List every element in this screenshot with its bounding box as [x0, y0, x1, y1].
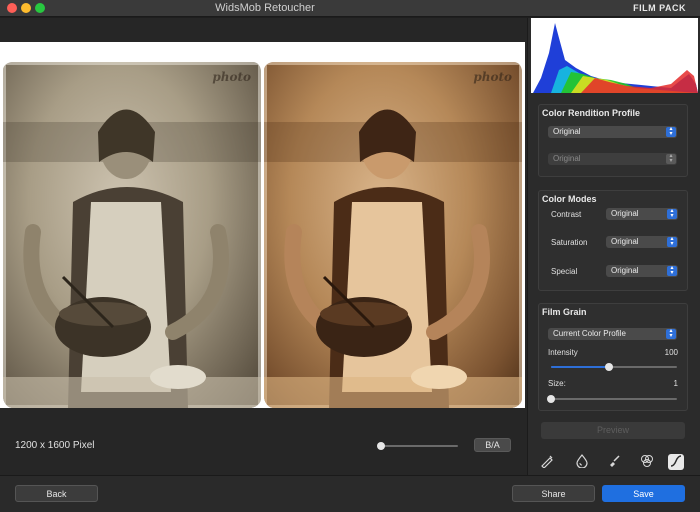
title-bar: WidsMob Retoucher FILM PACK: [0, 0, 700, 17]
window-title: WidsMob Retoucher: [215, 2, 315, 14]
color-rendition-secondary-select: Original ▴ ▾: [548, 153, 677, 165]
chevron-updown-icon: ▴ ▾: [666, 328, 676, 339]
intensity-label: Intensity: [548, 348, 578, 357]
grain-profile-value: Current Color Profile: [553, 329, 626, 338]
before-photo[interactable]: photo: [3, 62, 261, 408]
contrast-value: Original: [611, 209, 639, 218]
contrast-select[interactable]: Original ▴ ▾: [606, 208, 678, 220]
photo-watermark: photo: [473, 70, 512, 84]
compare-stage: photo photo: [0, 42, 525, 408]
saturation-select[interactable]: Original ▴ ▾: [606, 236, 678, 248]
water-drop-icon[interactable]: [574, 454, 590, 470]
save-button[interactable]: Save: [602, 485, 685, 502]
chevron-updown-icon: ▴ ▾: [666, 126, 676, 137]
zoom-slider[interactable]: [377, 442, 458, 450]
photo-watermark: photo: [212, 70, 251, 84]
contrast-label: Contrast: [551, 210, 582, 219]
preview-button[interactable]: Preview: [541, 422, 685, 439]
before-photo-content: [3, 62, 261, 408]
special-value: Original: [611, 266, 639, 275]
intensity-slider-knob[interactable]: [605, 363, 613, 371]
chevron-updown-icon: ▴ ▾: [667, 236, 677, 247]
intensity-value: 100: [664, 348, 678, 357]
size-label: Size:: [548, 379, 566, 388]
film-grain-title: Film Grain: [542, 307, 587, 317]
color-rendition-select[interactable]: Original ▴ ▾: [548, 126, 677, 138]
size-value: 1: [673, 379, 678, 388]
special-label: Special: [551, 267, 578, 276]
color-rendition-secondary-value: Original: [553, 154, 581, 163]
back-button[interactable]: Back: [15, 485, 98, 502]
saturation-value: Original: [611, 237, 639, 246]
chevron-updown-icon: ▴ ▾: [667, 208, 677, 219]
intensity-slider-fill: [551, 366, 609, 368]
color-circles-icon[interactable]: [639, 454, 655, 470]
intensity-slider[interactable]: [551, 363, 677, 371]
film-grain-group: Film Grain Current Color Profile ▴ ▾ Inte…: [538, 303, 688, 411]
color-rendition-group: Color Rendition Profile Original ▴ ▾ Orig…: [538, 104, 688, 177]
size-slider[interactable]: [547, 395, 677, 403]
share-button[interactable]: Share: [512, 485, 595, 502]
color-modes-group: Color Modes Contrast Original ▴ ▾ Saturat…: [538, 190, 688, 291]
histogram: [531, 18, 698, 93]
color-modes-title: Color Modes: [542, 194, 597, 204]
brush-icon[interactable]: [539, 454, 555, 470]
paint-brush-icon[interactable]: [606, 454, 622, 470]
color-rendition-value: Original: [553, 127, 581, 136]
chevron-updown-icon: ▴ ▾: [666, 153, 676, 164]
size-slider-knob[interactable]: [547, 395, 555, 403]
film-pack-label: FILM PACK: [633, 3, 686, 13]
special-select[interactable]: Original ▴ ▾: [606, 265, 678, 277]
before-after-toggle-button[interactable]: B/A: [474, 438, 511, 452]
chevron-updown-icon: ▴ ▾: [667, 265, 677, 276]
after-photo[interactable]: photo: [264, 62, 522, 408]
curve-icon[interactable]: [668, 454, 684, 470]
image-dimensions: 1200 x 1600 Pixel: [15, 440, 95, 451]
zoom-slider-knob[interactable]: [377, 442, 385, 450]
after-photo-content: [264, 62, 522, 408]
grain-profile-select[interactable]: Current Color Profile ▴ ▾: [548, 328, 677, 340]
color-rendition-title: Color Rendition Profile: [542, 108, 640, 118]
saturation-label: Saturation: [551, 238, 588, 247]
bottom-bar: [0, 475, 700, 512]
